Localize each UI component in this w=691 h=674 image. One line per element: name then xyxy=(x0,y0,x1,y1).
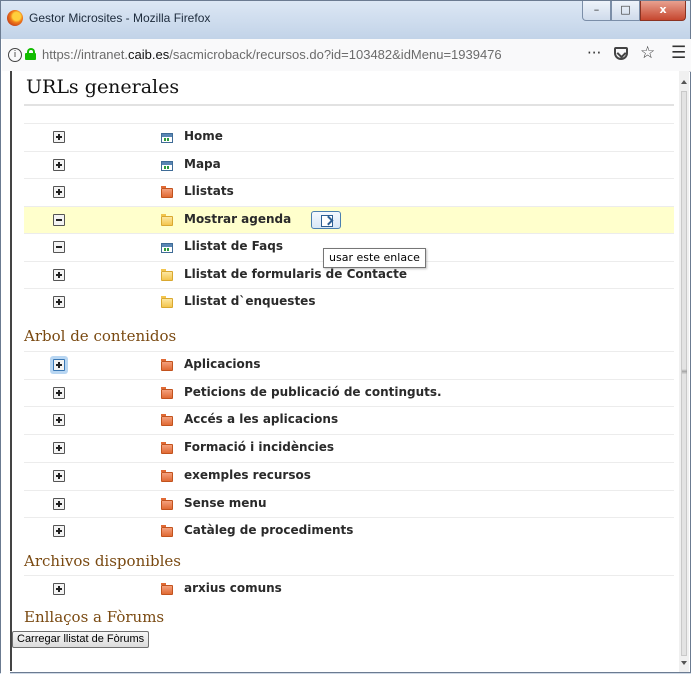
collapse-icon[interactable] xyxy=(53,213,65,226)
link-tooltip: usar este enlace xyxy=(323,248,426,268)
tree-row[interactable]: Accés a les aplicacions xyxy=(24,406,674,433)
tree-row[interactable]: exemples recursos xyxy=(24,461,674,489)
tree-row[interactable]: Sense menu xyxy=(24,489,674,517)
tree-item-label[interactable]: Accés a les aplicacions xyxy=(184,412,338,426)
folder-icon xyxy=(161,359,173,371)
expand-icon[interactable] xyxy=(53,583,65,595)
folder-icon xyxy=(161,186,173,198)
tree-item-label[interactable]: Sense menu xyxy=(184,496,267,510)
tree-item-label[interactable]: Aplicacions xyxy=(184,357,260,371)
page-actions-icon[interactable]: ··· xyxy=(587,44,601,62)
title-bar: Gestor Microsites - Mozilla Firefox – □ … xyxy=(1,1,690,39)
tree-item-label[interactable]: Peticions de publicació de continguts. xyxy=(184,385,442,399)
left-edge xyxy=(1,71,10,674)
folder-icon xyxy=(161,525,173,538)
firefox-icon xyxy=(7,10,23,26)
scroll-down-icon[interactable] xyxy=(681,661,687,665)
folder-icon xyxy=(161,386,173,399)
tree-row[interactable]: arxius comuns xyxy=(24,575,674,602)
page-icon xyxy=(161,160,173,171)
tree-item-label[interactable]: Home xyxy=(184,129,223,143)
tree-item-label[interactable]: Mapa xyxy=(184,157,221,171)
expand-icon[interactable] xyxy=(53,186,65,198)
pocket-icon[interactable] xyxy=(614,47,628,60)
tree-item-label[interactable]: Llistats xyxy=(184,184,234,198)
address-bar[interactable]: i https://intranet.caib.es/sacmicroback/… xyxy=(2,39,691,72)
tree-row[interactable]: Catàleg de procediments xyxy=(24,517,674,544)
bookmark-star-icon[interactable]: ☆ xyxy=(640,43,655,63)
scrollbar-thumb[interactable] xyxy=(681,91,688,656)
page-icon xyxy=(161,243,173,253)
yellow-folder-icon xyxy=(161,213,173,226)
hamburger-menu-icon[interactable]: ☰ xyxy=(671,43,686,63)
folder-icon xyxy=(161,583,173,595)
tree-row[interactable]: Llistat d`enquestes xyxy=(24,288,674,315)
expand-icon[interactable] xyxy=(53,525,65,538)
yellow-folder-icon xyxy=(161,296,173,308)
tree-row[interactable]: Llistats xyxy=(24,178,674,205)
tree-row[interactable]: Mapa xyxy=(24,150,674,178)
folder-icon xyxy=(161,442,173,455)
folder-icon xyxy=(161,414,173,427)
tree-row[interactable]: Home xyxy=(24,123,674,150)
url-host: caib.es xyxy=(128,47,170,62)
expand-icon[interactable] xyxy=(53,442,65,455)
tree-item-label[interactable]: Formació i incidències xyxy=(184,440,334,454)
url-path: /sacmicroback/recursos.do?id=103482&idMe… xyxy=(169,47,502,62)
lock-icon[interactable] xyxy=(25,48,36,60)
archivos-section-title: Archivos disponibles xyxy=(24,552,181,570)
folder-icon xyxy=(161,497,173,510)
tree-item-label[interactable]: Catàleg de procediments xyxy=(184,523,353,537)
expand-icon[interactable] xyxy=(53,497,65,510)
url-text[interactable]: https://intranet.caib.es/sacmicroback/re… xyxy=(42,47,502,62)
window-title: Gestor Microsites - Mozilla Firefox xyxy=(29,11,211,25)
info-icon[interactable]: i xyxy=(8,48,22,62)
load-forums-button[interactable]: Carregar llistat de Fòrums xyxy=(12,631,150,648)
maximize-button[interactable]: □ xyxy=(611,1,640,21)
expand-icon[interactable] xyxy=(53,131,65,143)
tree-item-label[interactable]: Llistat d`enquestes xyxy=(184,294,315,308)
page-title: URLs generales xyxy=(26,76,180,98)
expand-icon[interactable] xyxy=(53,296,65,308)
expand-icon[interactable] xyxy=(53,268,65,281)
browser-window: Gestor Microsites - Mozilla Firefox – □ … xyxy=(0,0,691,674)
expand-icon[interactable] xyxy=(53,359,65,371)
tree-item-label[interactable]: Mostrar agenda xyxy=(184,212,291,226)
expand-icon[interactable] xyxy=(53,414,65,427)
tree-row[interactable]: Aplicacions xyxy=(24,351,674,378)
page-icon xyxy=(161,133,173,143)
use-link-button[interactable] xyxy=(311,210,341,229)
minimize-button[interactable]: – xyxy=(582,1,611,21)
page-content: URLs generales Home Mapa Llistats Mostrar a… xyxy=(10,71,683,671)
expand-icon[interactable] xyxy=(53,386,65,399)
folder-icon xyxy=(161,469,173,482)
tree-item-label[interactable]: Llistat de Faqs xyxy=(184,239,283,253)
title-divider xyxy=(24,104,674,106)
expand-icon[interactable] xyxy=(53,158,65,171)
arbol-section-title: Arbol de contenidos xyxy=(24,327,177,345)
tree-row[interactable]: Peticions de publicació de continguts. xyxy=(24,378,674,406)
tree-item-label[interactable]: Llistat de formularis de Contacte xyxy=(184,267,407,281)
url-prefix: https://intranet. xyxy=(42,47,128,62)
expand-icon[interactable] xyxy=(53,469,65,482)
window-controls: – □ x xyxy=(582,1,686,21)
scroll-up-icon[interactable] xyxy=(681,80,687,84)
close-button[interactable]: x xyxy=(640,1,686,21)
tree-item-label[interactable]: exemples recursos xyxy=(184,468,311,482)
tree-row[interactable]: Formació i incidències xyxy=(24,434,674,461)
collapse-icon[interactable] xyxy=(53,241,65,253)
vertical-scrollbar[interactable] xyxy=(679,71,689,672)
forums-section-title: Enllaços a Fòrums xyxy=(24,608,165,626)
yellow-folder-icon xyxy=(161,268,173,281)
tree-row[interactable]: Mostrar agenda xyxy=(24,205,674,233)
tree-item-label[interactable]: arxius comuns xyxy=(184,581,282,595)
